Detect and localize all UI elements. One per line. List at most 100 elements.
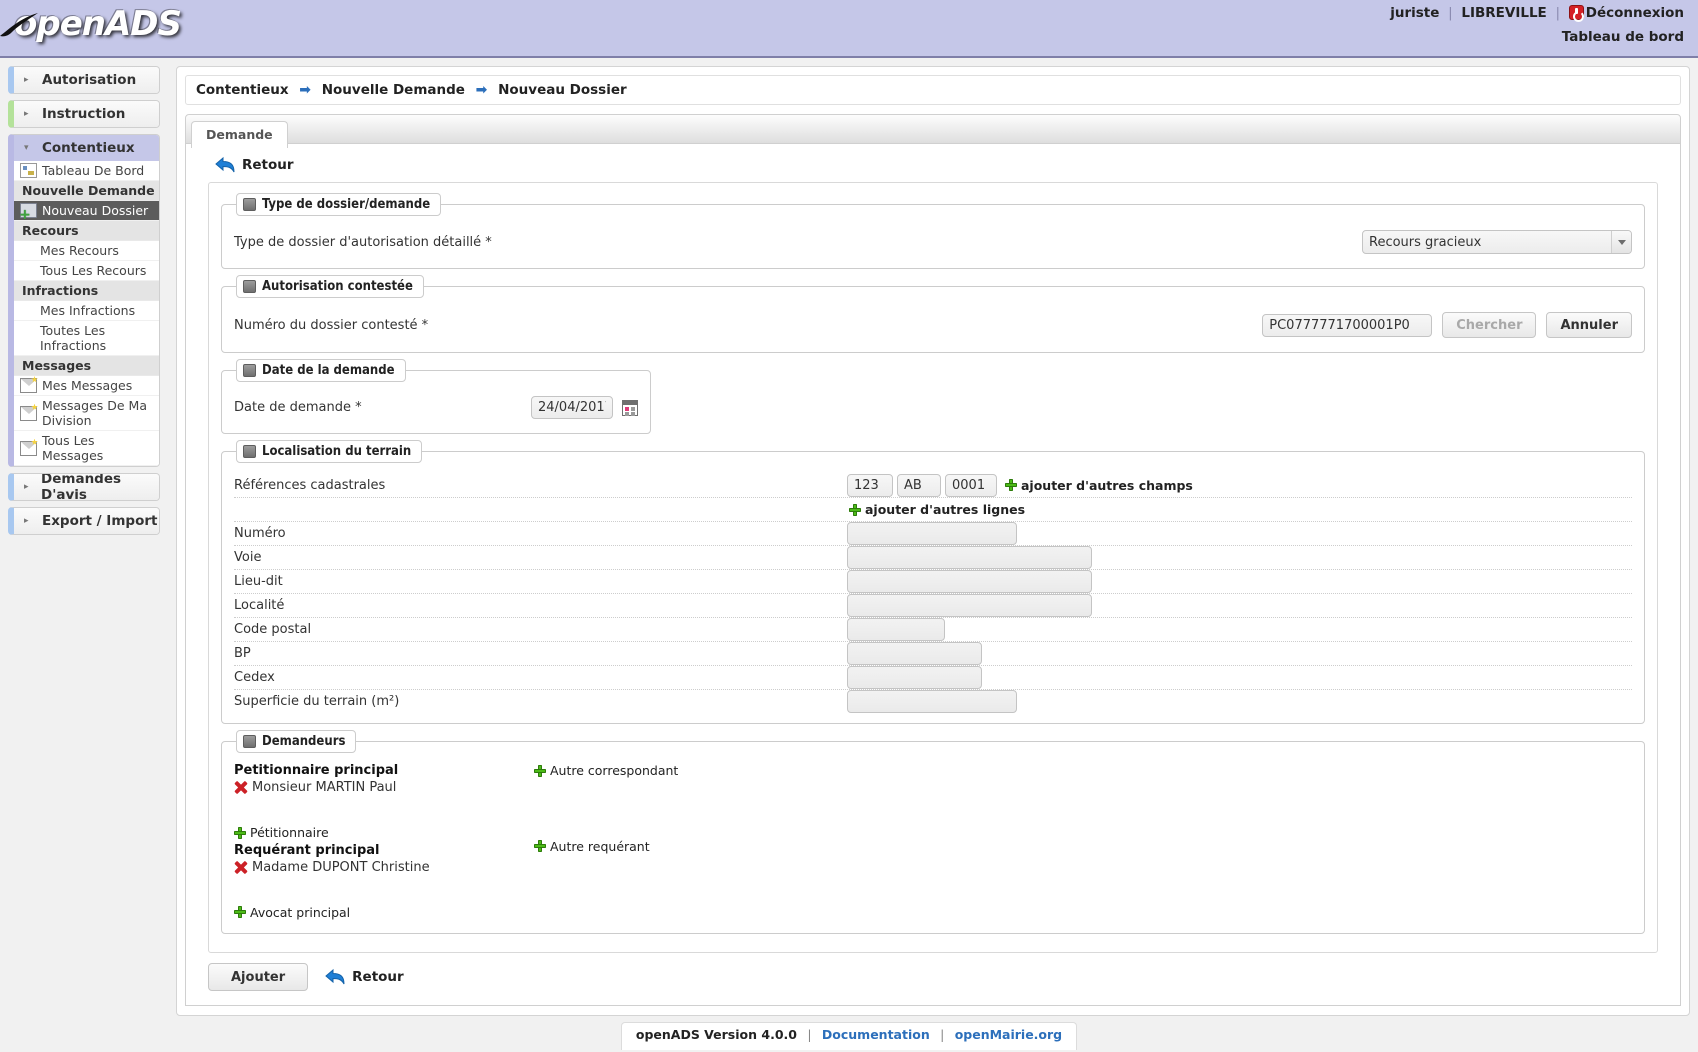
sidebar-item-messages-de-ma-division[interactable]: Messages De Ma Division [14, 396, 159, 431]
add-petitionnaire-link[interactable]: Pétitionnaire [234, 825, 329, 840]
sidebar-group-messages: Messages [14, 356, 159, 376]
sidebar-block-contentieux[interactable]: ▾ Contentieux Tableau De Bord Nouvelle D… [8, 134, 160, 467]
page-footer: openADS Version 4.0.0 | Documentation | … [0, 1022, 1698, 1052]
annuler-button[interactable]: Annuler [1546, 312, 1632, 338]
sidebar-item-mes-infractions[interactable]: Mes Infractions [14, 301, 159, 321]
legend-label: Demandeurs [262, 734, 346, 749]
label-cedex: Cedex [234, 670, 275, 685]
petitionnaire-principal-row: Monsieur MARTIN Paul [234, 780, 534, 795]
sidebar-block-demandes-davis[interactable]: ▸ Demandes D'avis [8, 473, 160, 501]
legend-label: Autorisation contestée [262, 279, 413, 294]
footer-openmairie-link[interactable]: openMairie.org [955, 1027, 1062, 1042]
input-code-postal[interactable] [847, 618, 945, 641]
sidebar-item-nouveau-dossier[interactable]: Nouveau Dossier [14, 201, 159, 222]
sidebar-item-tous-les-messages[interactable]: Tous Les Messages [14, 431, 159, 466]
collapse-toggle-icon[interactable] [243, 280, 256, 293]
tab-demande[interactable]: Demande [191, 121, 288, 148]
breadcrumb-item-nouvelle-demande[interactable]: Nouvelle Demande [322, 82, 465, 98]
input-numero-dossier-conteste[interactable] [1262, 313, 1433, 337]
plus-icon [1005, 479, 1017, 491]
logout-link[interactable]: Déconnexion [1586, 5, 1684, 21]
ajouter-button[interactable]: Ajouter [208, 963, 309, 991]
sidebar-block-export-import[interactable]: ▸ Export / Import [8, 507, 160, 535]
sidebar-block-instruction[interactable]: ▸ Instruction [8, 100, 160, 128]
calendar-icon[interactable] [622, 399, 638, 416]
sidebar-item-mes-messages[interactable]: Mes Messages [14, 376, 159, 396]
power-icon[interactable] [1568, 5, 1584, 22]
back-link-bottom[interactable]: Retour [324, 968, 404, 986]
input-cadastral-letters[interactable] [897, 473, 941, 497]
plus-icon [234, 906, 246, 918]
dashboard-link[interactable]: Tableau de bord [1562, 29, 1684, 45]
sidebar-head-export-import[interactable]: ▸ Export / Import [14, 508, 159, 534]
add-autre-requerant-link[interactable]: Autre requérant [534, 839, 650, 854]
add-petitionnaire-label: Pétitionnaire [250, 825, 329, 840]
legend-autorisation-contestee[interactable]: Autorisation contestée [236, 275, 424, 298]
footer-documentation-link[interactable]: Documentation [822, 1027, 930, 1042]
tab-bar: Demande [185, 114, 1681, 148]
select-wrap-type-dossier: Recours gracieux [1362, 230, 1632, 254]
sidebar-head-autorisation[interactable]: ▸ Autorisation [14, 67, 159, 93]
legend-localisation-terrain[interactable]: Localisation du terrain [236, 440, 423, 463]
back-link-label: Retour [352, 969, 404, 985]
sidebar-head-instruction[interactable]: ▸ Instruction [14, 101, 159, 127]
collapse-toggle-icon[interactable] [243, 735, 256, 748]
input-cedex[interactable] [847, 666, 982, 689]
delete-icon[interactable] [234, 861, 247, 874]
row-numero: Numéro [234, 521, 1632, 545]
collapse-toggle-icon[interactable] [243, 445, 256, 458]
breadcrumb-item-nouveau-dossier[interactable]: Nouveau Dossier [498, 82, 627, 98]
sidebar-contentieux-items: Tableau De Bord Nouvelle Demande Nouveau… [14, 161, 159, 466]
app-header: openADS juriste | LIBREVILLE | Déconnexi… [0, 0, 1698, 58]
breadcrumb-item-contentieux[interactable]: Contentieux [196, 82, 289, 98]
label-empty [234, 502, 246, 517]
openads-logo: openADS [0, 4, 182, 44]
delete-icon[interactable] [234, 781, 247, 794]
collapse-toggle-icon[interactable] [243, 198, 256, 211]
back-link-top[interactable]: Retour [214, 156, 1666, 174]
add-avocat-link[interactable]: Avocat principal [234, 905, 350, 920]
sidebar-item-toutes-les-infractions[interactable]: Toutes Les Infractions [14, 321, 159, 356]
input-cadastral-section[interactable] [847, 473, 893, 497]
control-references-cadastrales: ajouter d'autres champs [847, 473, 1193, 497]
sidebar-item-mes-recours[interactable]: Mes Recours [14, 241, 159, 261]
add-other-lines-link[interactable]: ajouter d'autres lignes [849, 502, 1025, 517]
sidebar-block-autorisation[interactable]: ▸ Autorisation [8, 66, 160, 94]
row-voie: Voie [234, 545, 1632, 569]
form-container: Type de dossier/demande Type de dossier … [208, 182, 1658, 953]
header-sep-1: | [1448, 5, 1453, 21]
control-numero-dossier-conteste: Chercher Annuler [1262, 312, 1632, 338]
input-date-demande[interactable] [531, 396, 613, 419]
legend-date-demande[interactable]: Date de la demande [236, 359, 406, 382]
input-localite[interactable] [847, 594, 1092, 617]
sidebar-head-contentieux[interactable]: ▾ Contentieux [14, 135, 159, 161]
legend-type-dossier[interactable]: Type de dossier/demande [236, 193, 442, 216]
add-autre-correspondant-link[interactable]: Autre correspondant [534, 763, 678, 778]
input-voie[interactable] [847, 546, 1092, 569]
input-numero[interactable] [847, 522, 1017, 545]
header-sep-2: | [1555, 5, 1561, 21]
header-org: LIBREVILLE [1461, 5, 1547, 21]
demandeurs-grid: Petitionnaire principal Monsieur MARTIN … [234, 763, 1632, 923]
legend-demandeurs[interactable]: Demandeurs [236, 730, 357, 753]
sidebar-label-instruction: Instruction [42, 106, 126, 122]
legend-label: Date de la demande [262, 363, 395, 378]
sidebar-label-autorisation: Autorisation [42, 72, 137, 88]
chevron-right-icon: ▸ [24, 516, 29, 526]
input-cadastral-parcel[interactable] [945, 473, 997, 497]
input-lieu-dit[interactable] [847, 570, 1092, 593]
add-other-fields-link[interactable]: ajouter d'autres champs [1005, 478, 1193, 493]
input-bp[interactable] [847, 642, 982, 665]
sidebar-head-demandes-davis[interactable]: ▸ Demandes D'avis [14, 474, 159, 500]
chercher-button[interactable]: Chercher [1442, 312, 1537, 338]
collapse-toggle-icon[interactable] [243, 364, 256, 377]
sidebar-item-label: Tous Les Messages [42, 433, 104, 463]
requerant-principal-row: Madame DUPONT Christine [234, 860, 534, 875]
sidebar-group-recours: Recours [14, 221, 159, 241]
row-superficie: Superficie du terrain (m²) [234, 689, 1632, 713]
chevron-right-icon: ▸ [24, 109, 29, 119]
sidebar-item-tableau-de-bord[interactable]: Tableau De Bord [14, 161, 159, 181]
sidebar-item-tous-les-recours[interactable]: Tous Les Recours [14, 261, 159, 281]
input-superficie[interactable] [847, 690, 1017, 713]
select-type-dossier[interactable]: Recours gracieux [1362, 230, 1632, 254]
